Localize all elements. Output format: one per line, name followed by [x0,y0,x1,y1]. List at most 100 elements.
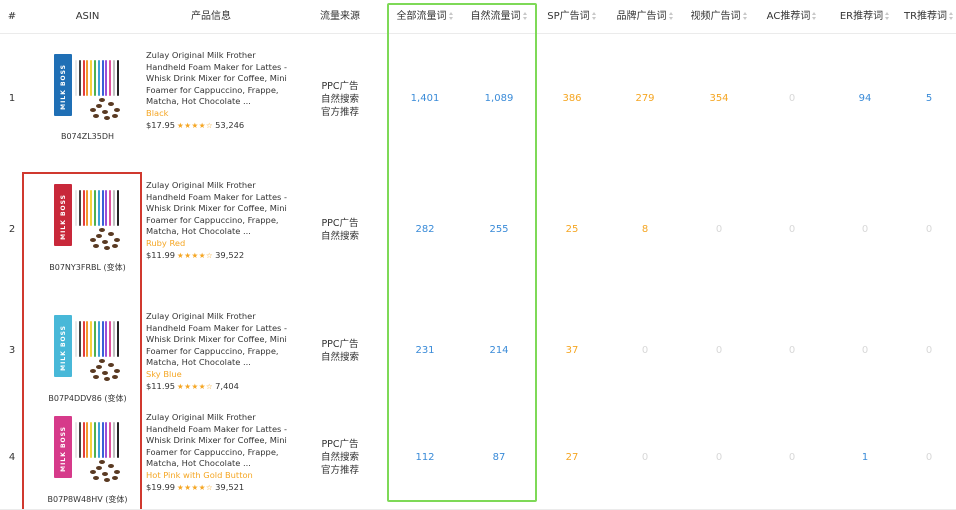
coffee-beans [88,460,122,482]
cell-ac: 0 [788,223,796,235]
frother-wands [75,60,121,96]
sort-icon[interactable] [885,12,890,20]
product-price: $11.99 [146,249,176,260]
product-info: Zulay Original Milk Frother Handheld Foa… [146,311,294,392]
column-header-er[interactable]: ER推荐词 [828,0,902,33]
price-rating: $19.99 ★★★★☆ 39,521 [146,482,294,494]
column-header-label: 视频广告词 [690,11,741,22]
product-title[interactable]: Zulay Original Milk Frother Handheld Foa… [146,50,294,108]
coffee-beans [88,228,122,250]
traffic-sources: PPC广告 自然搜索 [304,338,376,364]
product-image[interactable]: MILK BOSS [50,52,124,126]
column-header-all_traffic[interactable]: 全部流量词 [388,0,462,33]
table-header: # ASIN 产品信息 流量来源 全部流量词 自然流量词 SP广告词 品牌广告词 视频广告词 AC… [0,0,956,34]
cell-sp[interactable]: 27 [536,452,608,463]
cell-all-traffic[interactable]: 231 [388,345,462,356]
product-box: MILK BOSS [54,416,72,478]
table-row[interactable]: 1 MILK BOSS B074ZL35DH Zulay Original Milk … [0,34,956,165]
table-row[interactable]: 3 MILK BOSS B07P4DDV86 (变体) Zulay Original … [0,295,956,407]
column-header-label: 产品信息 [191,11,231,22]
column-header-organic[interactable]: 自然流量词 [462,0,536,33]
table-row[interactable]: 2 MILK BOSS B07NY3FRBL (变体) Zulay Original … [0,164,956,296]
asin-link[interactable]: B07NY3FRBL (变体) [35,262,140,273]
product-title[interactable]: Zulay Original Milk Frother Handheld Foa… [146,311,294,369]
product-image[interactable]: MILK BOSS [50,313,124,387]
sort-icon[interactable] [742,12,748,20]
product-box: MILK BOSS [54,184,72,246]
star-rating-icon: ★★★★☆ [177,381,214,391]
frother-wands [75,422,121,458]
sort-icon[interactable] [949,12,954,20]
cell-brand[interactable]: 279 [608,93,682,104]
cell-er[interactable]: 94 [828,93,902,104]
column-header-ac[interactable]: AC推荐词 [756,0,828,33]
product-info: Zulay Original Milk Frother Handheld Foa… [146,50,294,131]
frother-wands [75,190,121,226]
column-header-label: 品牌广告词 [616,11,667,22]
traffic-source-item: PPC广告 [321,80,359,92]
table-row[interactable]: 4 MILK BOSS B07P8W48HV (变体) Zulay Original … [0,406,956,510]
product-image[interactable]: MILK BOSS [50,414,124,488]
cell-brand: 0 [641,451,649,463]
traffic-source-item: PPC广告 [321,217,359,229]
cell-er[interactable]: 1 [828,452,902,463]
cell-organic[interactable]: 255 [462,224,536,235]
cell-all-traffic[interactable]: 1,401 [388,93,462,104]
cell-organic[interactable]: 214 [462,345,536,356]
cell-video[interactable]: 354 [682,93,756,104]
product-variant: Black [146,107,169,118]
cell-all-traffic[interactable]: 112 [388,452,462,463]
coffee-beans [88,98,122,120]
cell-tr: 0 [925,451,933,463]
sort-icon[interactable] [522,12,528,20]
row-index: 1 [8,93,16,104]
cell-organic[interactable]: 87 [462,452,536,463]
product-box-label: MILK BOSS [60,325,67,371]
column-header-label: 流量来源 [320,11,360,22]
cell-all-traffic[interactable]: 282 [388,224,462,235]
traffic-source-item: 自然搜索 [320,351,359,363]
asin-link[interactable]: B07P8W48HV (变体) [35,494,140,505]
product-title[interactable]: Zulay Original Milk Frother Handheld Foa… [146,180,294,238]
sort-icon[interactable] [668,12,674,20]
sort-icon[interactable] [812,12,817,20]
product-info: Zulay Original Milk Frother Handheld Foa… [146,180,294,261]
product-variant: Ruby Red [146,237,186,248]
column-header-tr[interactable]: TR推荐词 [902,0,956,33]
review-count: 53,246 [215,119,245,130]
column-header-sp[interactable]: SP广告词 [536,0,608,33]
cell-tr[interactable]: 5 [902,93,956,104]
product-variant: Sky Blue [146,368,182,379]
column-header-label: ER推荐词 [839,11,884,22]
price-rating: $11.99 ★★★★☆ 39,522 [146,250,294,262]
cell-video: 0 [715,223,723,235]
cell-brand[interactable]: 8 [608,224,682,235]
product-box: MILK BOSS [54,54,72,116]
column-header-label: AC推荐词 [766,11,811,22]
sort-icon[interactable] [448,12,454,20]
column-header-label: 自然流量词 [470,11,521,22]
cell-tr: 0 [925,223,933,235]
cell-sp[interactable]: 386 [536,93,608,104]
column-header-video[interactable]: 视频广告词 [682,0,756,33]
frother-wands [75,321,121,357]
column-header-brand[interactable]: 品牌广告词 [608,0,682,33]
traffic-source-item: 自然搜索 [320,230,359,242]
column-header-source: 流量来源 [304,0,376,33]
product-box-label: MILK BOSS [60,64,67,110]
sort-icon[interactable] [591,12,597,20]
asin-link[interactable]: B07P4DDV86 (变体) [35,393,140,404]
product-price: $11.95 [146,380,176,391]
row-index: 2 [8,223,16,235]
traffic-source-item: 自然搜索 [320,452,359,463]
asin-link[interactable]: B074ZL35DH [35,132,140,141]
product-title[interactable]: Zulay Original Milk Frother Handheld Foa… [146,412,294,470]
cell-organic[interactable]: 1,089 [462,93,536,104]
product-image[interactable]: MILK BOSS [50,182,124,256]
cell-sp[interactable]: 37 [536,345,608,356]
cell-sp[interactable]: 25 [536,224,608,235]
price-rating: $17.95 ★★★★☆ 53,246 [146,120,294,132]
cell-er: 0 [861,223,869,235]
traffic-source-item: 自然搜索 [320,93,359,105]
column-header-label: # [7,11,17,22]
